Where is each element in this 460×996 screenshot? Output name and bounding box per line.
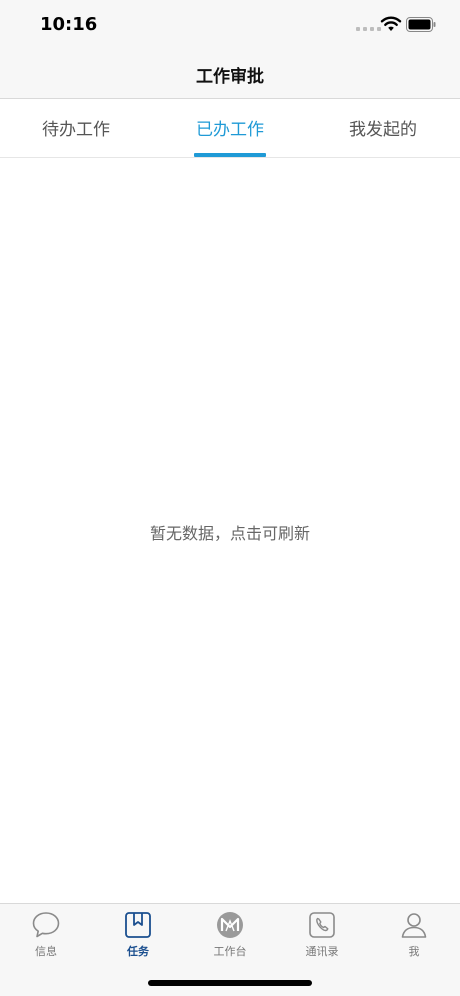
tabbar-label: 我 [408,945,420,958]
tabbar-item-me[interactable]: 我 [368,910,460,959]
tabbar-label: 通讯录 [305,945,339,958]
tabbar-item-messages[interactable]: 信息 [0,910,92,959]
person-icon [401,913,427,938]
battery-icon [406,17,436,32]
tabbar-label: 工作台 [213,945,247,958]
active-tab-indicator [194,153,266,157]
bookmark-icon [125,912,151,938]
tabbar-label: 信息 [35,945,57,958]
status-bar: 10:16 [0,0,460,50]
wifi-icon [380,16,402,31]
page-title: 工作审批 [196,67,264,87]
chat-bubble-icon [32,912,60,938]
navigation-bar: 工作审批 [0,50,460,99]
tab-pending-work[interactable]: 待办工作 [16,115,136,140]
tabbar-label: 任务 [127,945,149,958]
tab-completed-work[interactable]: 已办工作 [170,115,290,140]
status-time: 10:16 [40,14,98,35]
home-indicator[interactable] [148,980,312,986]
cellular-signal-icon [356,27,381,31]
tabbar-item-workbench[interactable]: 工作台 [184,910,276,959]
segment-tabs: 待办工作 已办工作 我发起的 [0,99,460,158]
tab-initiated-by-me[interactable]: 我发起的 [323,115,443,140]
tabbar-item-contacts[interactable]: 通讯录 [276,910,368,959]
tabbar-item-tasks[interactable]: 任务 [92,910,184,959]
logo-m-icon [217,912,243,938]
empty-state-refresh[interactable]: 暂无数据，点击可刷新 [0,520,460,544]
phone-icon [309,912,335,938]
